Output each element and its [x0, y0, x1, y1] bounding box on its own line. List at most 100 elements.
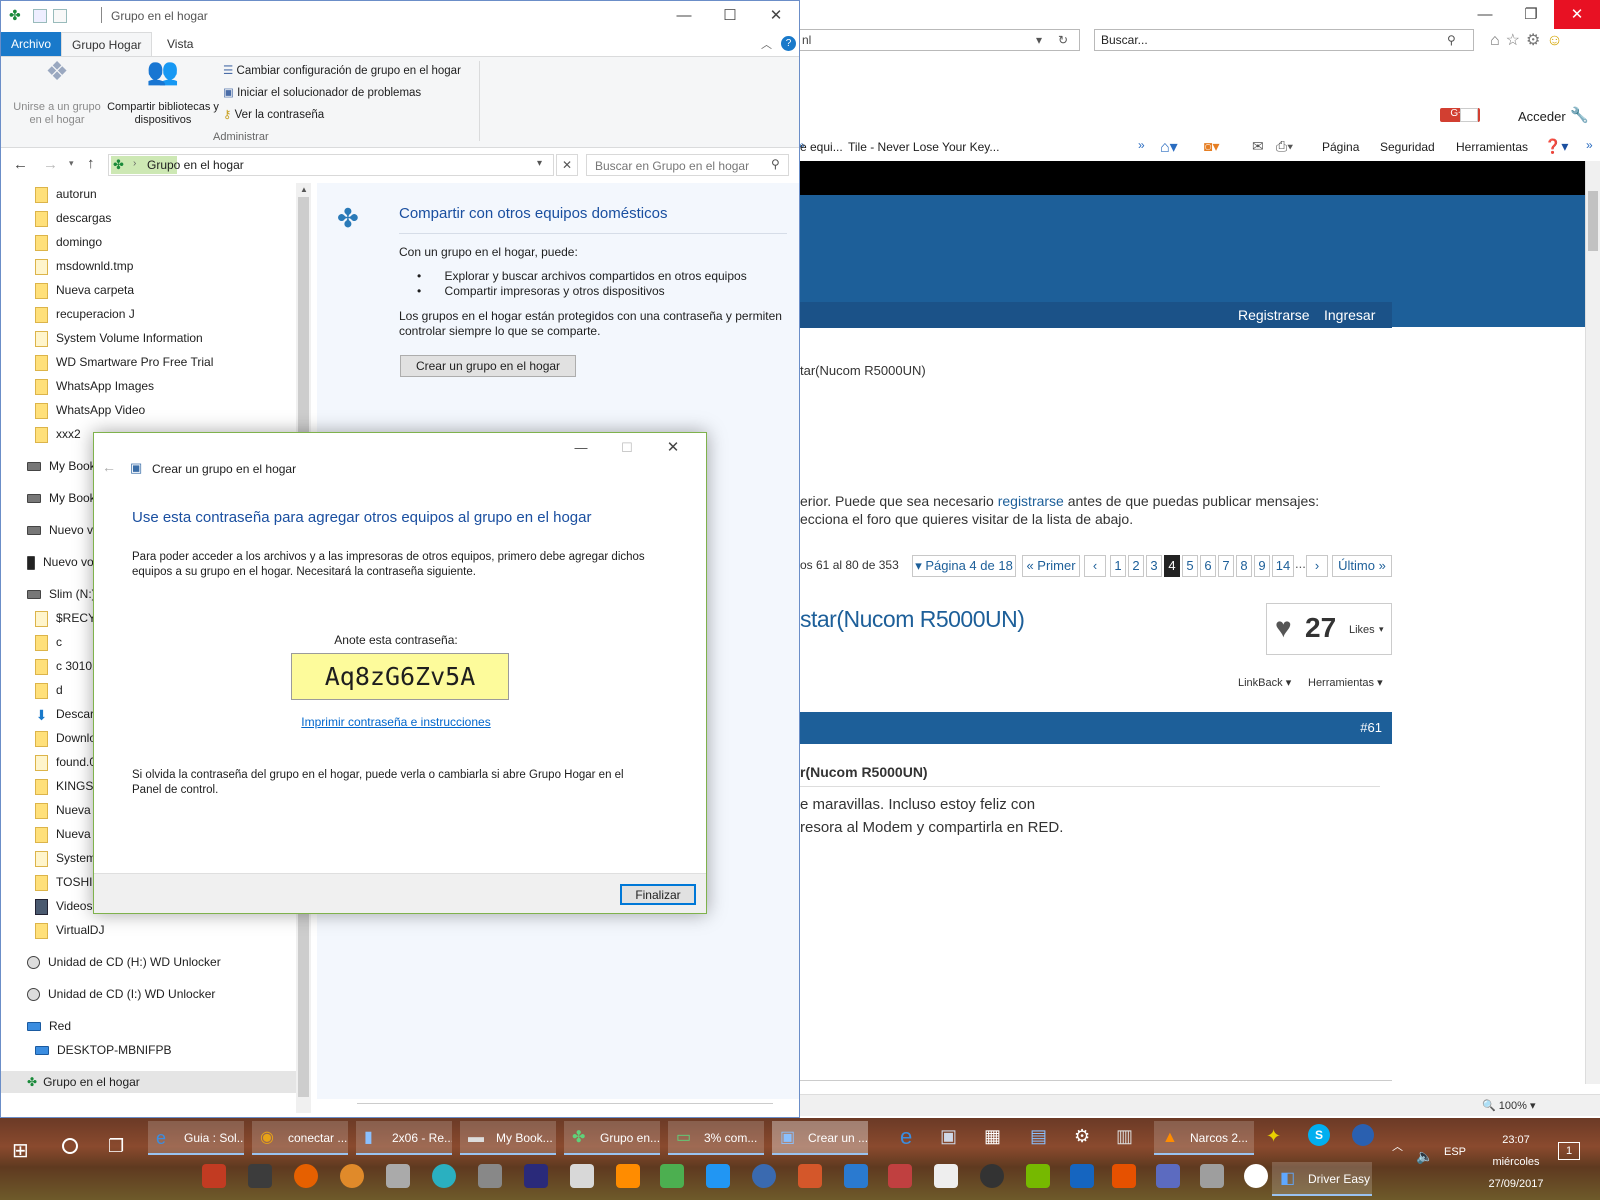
pager-first[interactable]: « Primer: [1022, 555, 1080, 577]
new-folder-icon[interactable]: [53, 9, 67, 23]
tree-drive[interactable]: My Book: [27, 455, 96, 477]
dialog-minimize-button[interactable]: —: [558, 433, 604, 462]
nvidia-icon[interactable]: [1026, 1164, 1050, 1188]
smiley-icon[interactable]: ☺: [1546, 32, 1568, 49]
taskbar-button[interactable]: ▭ 3% com...: [668, 1121, 764, 1155]
tree-homegroup-selected[interactable]: ✤ Grupo en el hogar: [1, 1071, 296, 1093]
browser-search-input[interactable]: Buscar... ⚲: [1094, 29, 1474, 51]
tree-drive[interactable]: Nuevo vo: [27, 519, 100, 541]
dialog-maximize-button[interactable]: ☐: [604, 433, 650, 462]
wrench-icon[interactable]: 🔧: [1570, 106, 1589, 124]
forward-arrow-icon[interactable]: →: [43, 156, 58, 173]
help-icon[interactable]: ❓▾: [1544, 138, 1568, 155]
window-icon[interactable]: ▥: [1116, 1126, 1133, 1147]
chevron-icon[interactable]: »: [1138, 138, 1145, 152]
volume-icon[interactable]: 🔈: [1416, 1148, 1433, 1165]
clock-day[interactable]: miércoles: [1476, 1156, 1556, 1168]
clock-icon[interactable]: [980, 1164, 1004, 1188]
pager-next[interactable]: ›: [1306, 555, 1328, 577]
clear-address-button[interactable]: ✕: [556, 154, 578, 176]
app-icon[interactable]: [524, 1164, 548, 1188]
search-input[interactable]: Buscar en Grupo en el hogar ⚲: [586, 154, 789, 176]
menu-seguridad[interactable]: Seguridad: [1380, 140, 1435, 154]
tree-item[interactable]: domingo: [35, 231, 102, 253]
taskbar-button[interactable]: ◧ Driver Easy: [1272, 1162, 1372, 1196]
browser-scrollbar[interactable]: [1585, 161, 1600, 1084]
recent-locations-icon[interactable]: ▾: [69, 158, 74, 169]
pc-icon[interactable]: ▣: [940, 1126, 957, 1147]
search-icon[interactable]: ⚲: [1447, 33, 1456, 47]
app-icon[interactable]: [1070, 1164, 1094, 1188]
app-icon[interactable]: [340, 1164, 364, 1188]
thread-title[interactable]: star(Nucom R5000UN): [800, 606, 1025, 633]
tree-cd-drive[interactable]: Unidad de CD (H:) WD Unlocker: [27, 951, 221, 973]
tree-drive[interactable]: My Book: [27, 487, 96, 509]
app-icon[interactable]: ▤: [1030, 1126, 1047, 1147]
help-icon[interactable]: ?: [781, 36, 796, 51]
tree-item[interactable]: found.0: [35, 751, 96, 773]
tree-computer[interactable]: DESKTOP-MBNIFPB: [35, 1039, 171, 1061]
tree-item[interactable]: System: [35, 847, 96, 869]
pager-page[interactable]: 9: [1254, 555, 1270, 577]
register-link[interactable]: Registrarse: [1238, 307, 1310, 323]
back-arrow-icon[interactable]: ←: [102, 459, 116, 475]
tree-item[interactable]: VirtualDJ: [35, 919, 104, 941]
print-password-link[interactable]: Imprimir contraseña e instrucciones: [94, 715, 706, 729]
favorites-star-icon[interactable]: ☆: [1506, 32, 1526, 49]
rss-icon[interactable]: ◙▾: [1204, 138, 1219, 155]
tree-item[interactable]: WD Smartware Pro Free Trial: [35, 351, 213, 373]
gear-icon[interactable]: ⚙: [1074, 1126, 1090, 1147]
menu-herramientas[interactable]: Herramientas: [1456, 140, 1528, 154]
tree-item[interactable]: c: [35, 631, 62, 653]
browser-minimize-button[interactable]: —: [1462, 0, 1508, 29]
tree-item[interactable]: c 30101: [35, 655, 99, 677]
app-icon[interactable]: [248, 1164, 272, 1188]
taskbar-button[interactable]: ◉ conectar ...: [252, 1121, 348, 1155]
refresh-icon[interactable]: ↻: [1058, 33, 1068, 47]
tree-item[interactable]: Nueva c: [35, 823, 100, 845]
scroll-thumb[interactable]: [1588, 191, 1598, 251]
edge-icon[interactable]: e: [900, 1124, 912, 1150]
linkback-menu[interactable]: LinkBack ▾: [1238, 676, 1291, 689]
pager-page[interactable]: 2: [1128, 555, 1144, 577]
app-icon[interactable]: [1156, 1164, 1180, 1188]
tree-item[interactable]: KINGST: [35, 775, 101, 797]
pager-page[interactable]: 14: [1272, 555, 1294, 577]
start-windows-icon[interactable]: ⊞: [12, 1138, 29, 1163]
dialog-close-button[interactable]: ✕: [650, 433, 696, 462]
browser-restore-button[interactable]: ❐: [1508, 0, 1554, 29]
collapse-ribbon-icon[interactable]: ︿: [761, 36, 772, 52]
app-icon[interactable]: [888, 1164, 912, 1188]
calculator-icon[interactable]: [1200, 1164, 1224, 1188]
app-icon[interactable]: [706, 1164, 730, 1188]
tree-item[interactable]: Downlo: [35, 727, 96, 749]
address-bar[interactable]: ✤ › Grupo en el hogar ▾: [108, 154, 554, 176]
mail-icon[interactable]: ✉: [1252, 138, 1264, 155]
taskbar-button[interactable]: e Guia : Sol...: [148, 1121, 244, 1155]
back-arrow-icon[interactable]: ←: [13, 156, 28, 173]
app-icon[interactable]: [202, 1164, 226, 1188]
tray-chevron-icon[interactable]: ︿: [1392, 1138, 1403, 1154]
gear-icon[interactable]: ⚙: [1526, 32, 1546, 49]
globe-icon[interactable]: [1352, 1124, 1374, 1146]
tree-item[interactable]: descargas: [35, 207, 111, 229]
pager-page[interactable]: 7: [1218, 555, 1234, 577]
tree-item[interactable]: ⬇ Descarg: [35, 703, 101, 725]
mail-icon[interactable]: [934, 1164, 958, 1188]
app-icon[interactable]: ✦: [1266, 1126, 1281, 1147]
pager-last[interactable]: Último »: [1332, 555, 1392, 577]
register-notice-link[interactable]: registrarse: [998, 493, 1064, 509]
search-circle-icon[interactable]: [62, 1138, 78, 1154]
taskbar-button[interactable]: ▲ Narcos 2...: [1154, 1121, 1254, 1155]
maximize-button[interactable]: ☐: [707, 1, 753, 30]
likes-box[interactable]: ♥ 27 Likes ▾: [1266, 603, 1392, 655]
taskbar-button[interactable]: ▬ My Book...: [460, 1121, 556, 1155]
app-icon[interactable]: [432, 1164, 456, 1188]
tree-item[interactable]: recuperacion J: [35, 303, 135, 325]
close-button[interactable]: ✕: [753, 1, 799, 30]
app-icon[interactable]: [1244, 1164, 1268, 1188]
tree-cd-drive[interactable]: Unidad de CD (I:) WD Unlocker: [27, 983, 215, 1005]
app-icon[interactable]: [1112, 1164, 1136, 1188]
scroll-up-icon[interactable]: ▲: [300, 185, 308, 194]
clock-time[interactable]: 23:07: [1476, 1134, 1556, 1146]
